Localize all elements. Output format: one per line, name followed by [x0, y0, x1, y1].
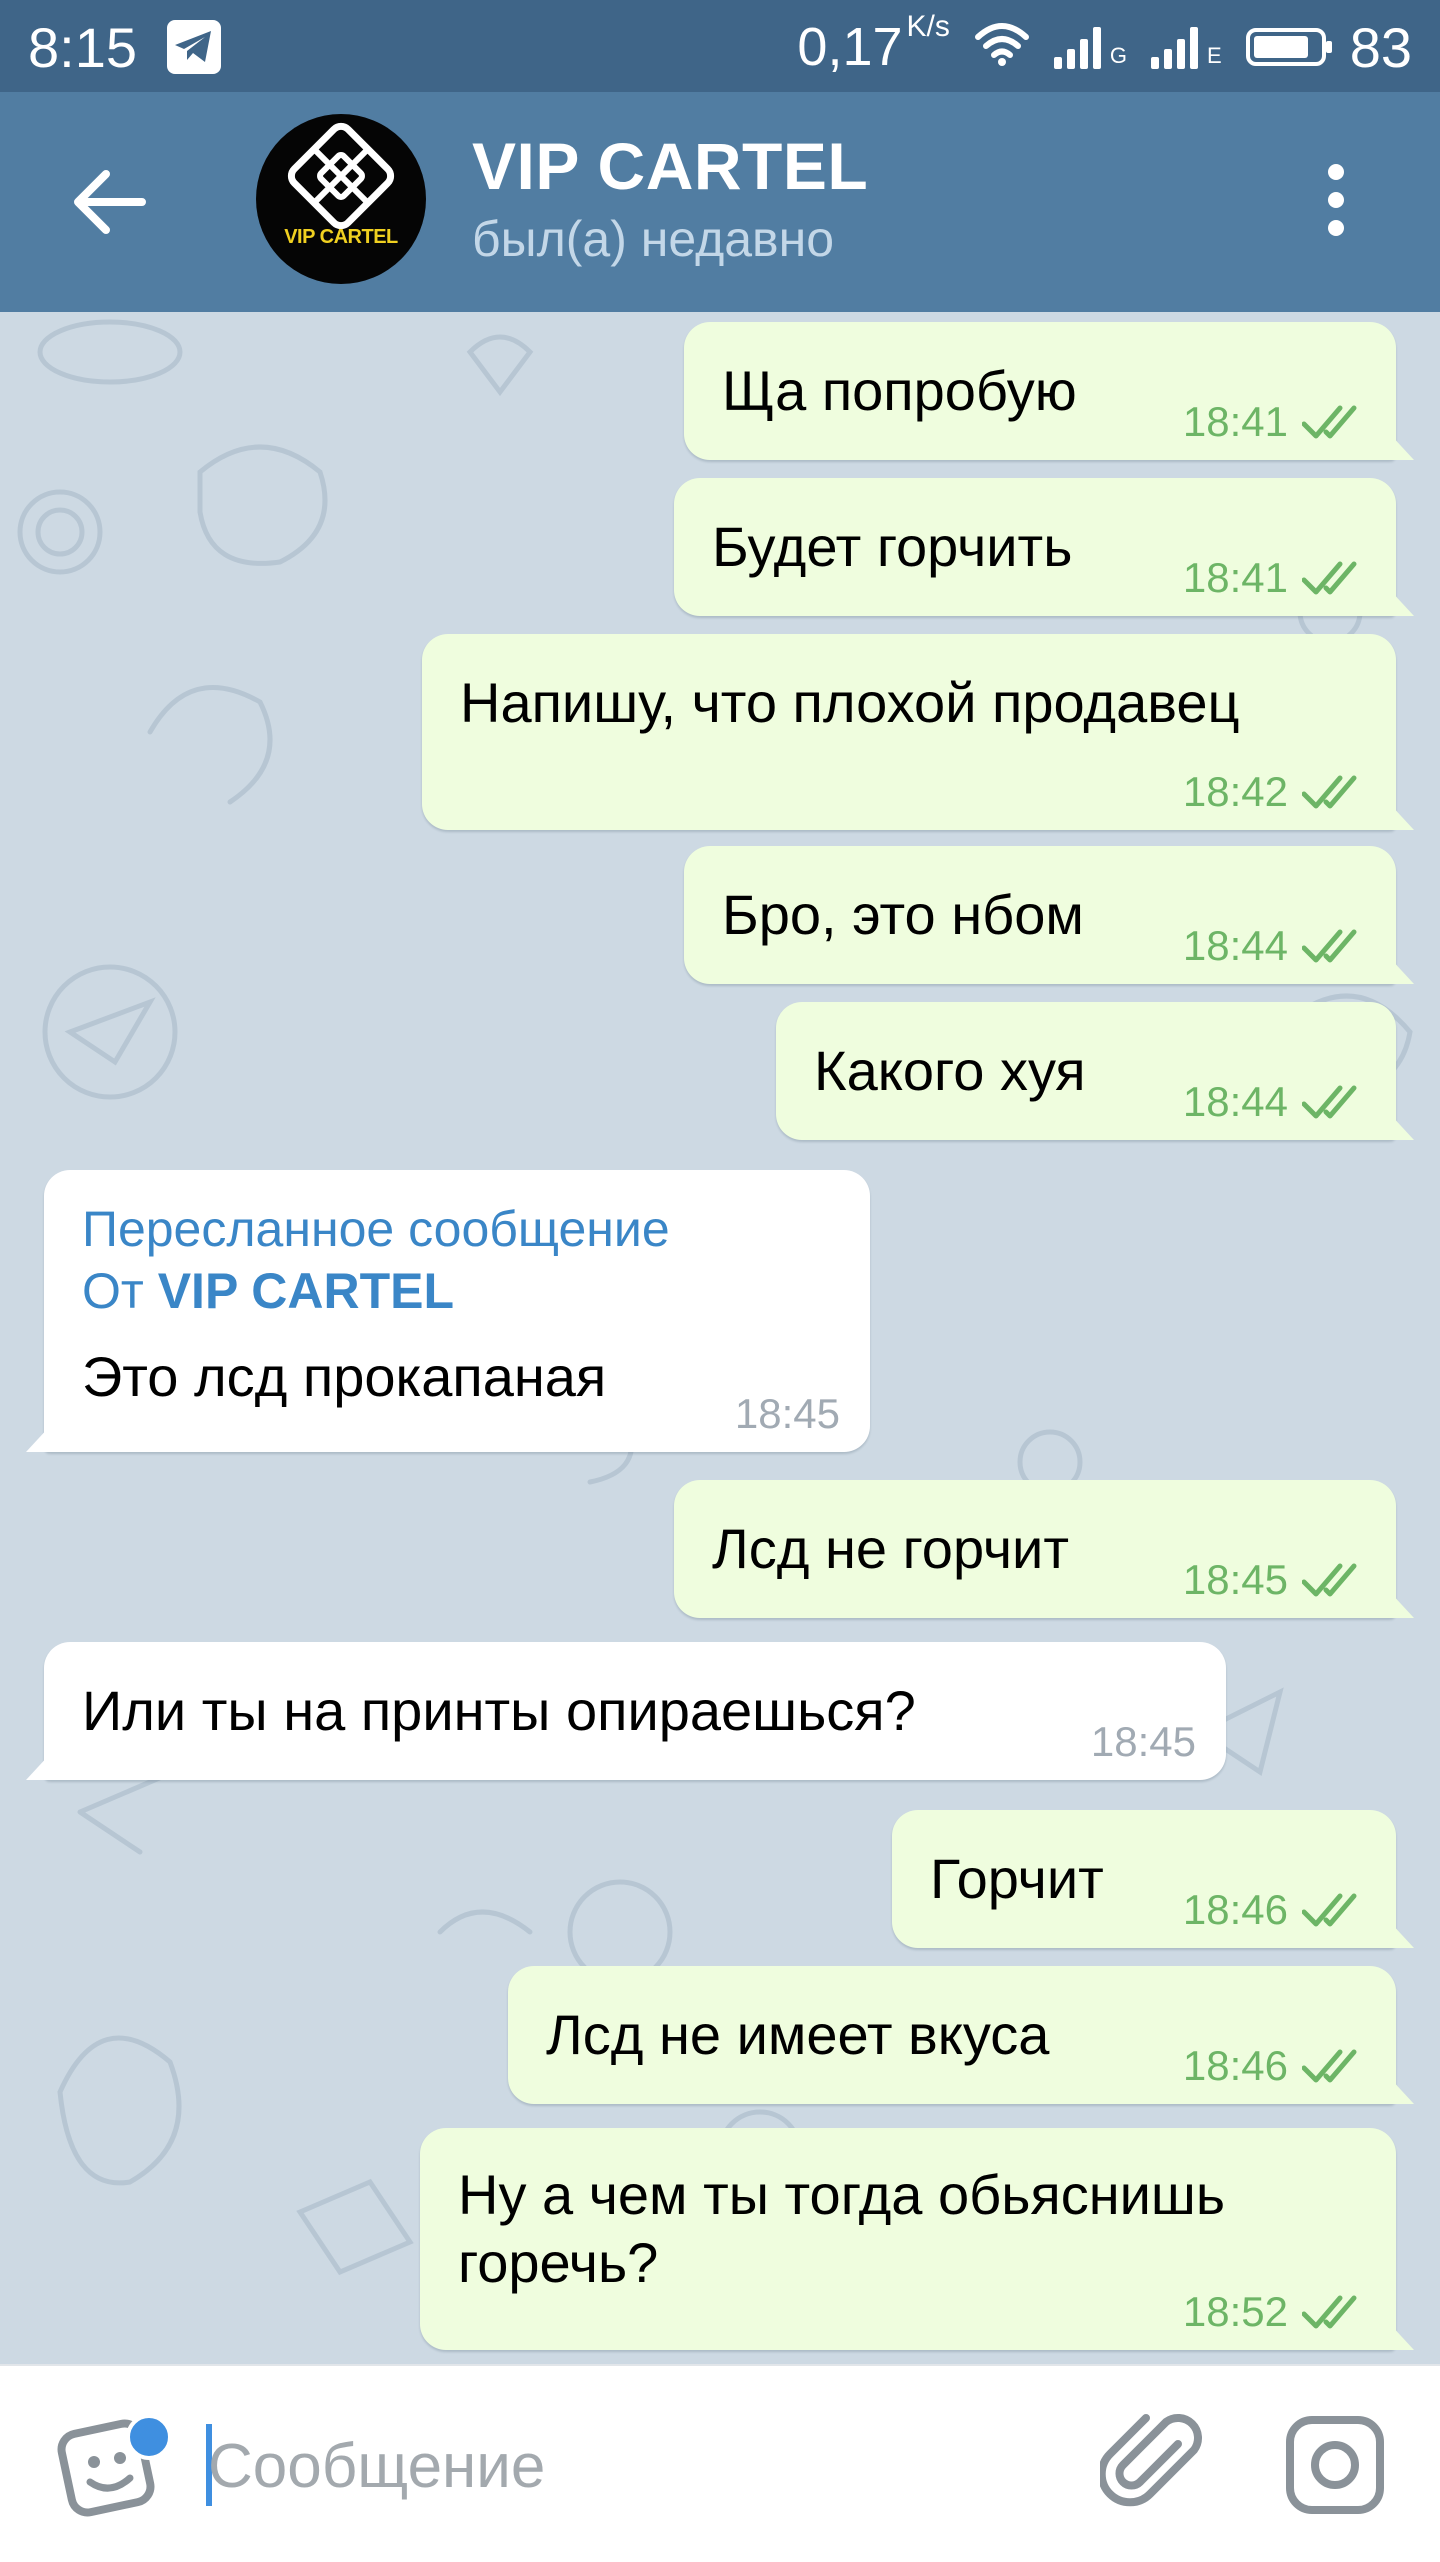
avatar-text: VIP CARTEL	[284, 226, 398, 248]
double-check-icon	[1302, 405, 1357, 439]
message-time: 18:45	[734, 1390, 840, 1437]
message-time: 18:44	[1182, 1078, 1288, 1125]
telegram-icon	[167, 20, 221, 74]
message-bubble[interactable]: Ща попробую 18:41	[684, 322, 1396, 460]
status-time: 8:15	[28, 15, 137, 79]
message-meta: 18:42	[1183, 768, 1366, 816]
message-time: 18:45	[1090, 1718, 1196, 1765]
chat-header: VIP CARTEL VIP CARTEL был(а) недавно	[0, 92, 1440, 312]
message-meta: 18:45	[1183, 1556, 1366, 1604]
message-text: Какого хуя	[814, 1039, 1086, 1102]
battery-level: 83	[1349, 15, 1412, 79]
status-bar: 8:15 0,17 K/s G E 83	[0, 0, 1440, 92]
message-meta: 18:41	[1183, 554, 1366, 602]
message-meta: 18:44	[1183, 1078, 1366, 1126]
message-time: 18:46	[1182, 2042, 1288, 2089]
double-check-icon	[1302, 2049, 1357, 2083]
message-text: Это лсд прокапаная	[82, 1345, 607, 1408]
message-time: 18:44	[1182, 922, 1288, 969]
message-meta: 18:52	[1183, 2288, 1366, 2336]
menu-button[interactable]	[1324, 164, 1348, 244]
message-text: Бро, это нбом	[722, 883, 1084, 946]
chat-title[interactable]: VIP CARTEL	[472, 128, 868, 204]
message-text-line-1: Ну а чем ты тогда обьяснишь	[458, 2163, 1226, 2226]
vip-cartel-logo	[287, 122, 395, 230]
forwarded-from[interactable]: От VIP CARTEL	[82, 1262, 454, 1320]
network-speed-value: 0,17	[797, 17, 903, 77]
message-text: Лсд не имеет вкуса	[546, 2003, 1050, 2066]
message-meta: 18:46	[1183, 1886, 1366, 1934]
message-text-line-2: горечь?	[458, 2231, 659, 2294]
sticker-notification-dot	[126, 2414, 172, 2460]
message-bubble[interactable]: Какого хуя 18:44	[776, 1002, 1396, 1140]
instagram-camera-icon	[1286, 2416, 1384, 2514]
double-check-icon	[1302, 2295, 1357, 2329]
message-meta: 18:41	[1183, 398, 1366, 446]
message-meta: 18:45	[735, 1390, 840, 1438]
double-check-icon	[1302, 1563, 1357, 1597]
message-bubble[interactable]: Будет горчить 18:41	[674, 478, 1396, 616]
wifi-icon	[974, 15, 1030, 80]
message-meta: 18:45	[1091, 1718, 1196, 1766]
double-check-icon	[1302, 775, 1357, 809]
message-text: Напишу, что плохой продавец	[460, 671, 1240, 734]
attach-button[interactable]	[1097, 2410, 1210, 2520]
forwarded-from-prefix: От	[82, 1263, 144, 1319]
message-bubble[interactable]: Напишу, что плохой продавец 18:42	[422, 634, 1396, 830]
back-button[interactable]	[70, 162, 150, 242]
message-time: 18:46	[1182, 1886, 1288, 1933]
message-input[interactable]	[206, 2410, 1010, 2522]
message-time: 18:41	[1182, 554, 1288, 601]
signal-sim1-icon: G	[1053, 25, 1128, 69]
chat-status: был(а) недавно	[472, 211, 835, 267]
message-meta: 18:44	[1183, 922, 1366, 970]
message-bubble[interactable]: Горчит 18:46	[892, 1810, 1396, 1948]
message-text: Будет горчить	[712, 515, 1073, 578]
forwarded-label: Пересланное сообщение	[82, 1201, 670, 1257]
camera-button[interactable]	[1280, 2410, 1390, 2520]
message-text: Или ты на принты опираешься?	[82, 1679, 916, 1742]
double-check-icon	[1302, 1893, 1357, 1927]
sim2-network-type: E	[1207, 43, 1222, 68]
double-check-icon	[1302, 1085, 1357, 1119]
double-check-icon	[1302, 929, 1357, 963]
message-time: 18:41	[1182, 398, 1288, 445]
message-bubble[interactable]: Бро, это нбом 18:44	[684, 846, 1396, 984]
battery-icon	[1245, 28, 1332, 66]
more-vertical-icon	[1324, 164, 1348, 236]
message-text: Лсд не горчит	[712, 1517, 1069, 1580]
message-bubble[interactable]: Лсд не имеет вкуса 18:46	[508, 1966, 1396, 2104]
network-speed-unit: K/s	[906, 10, 950, 43]
arrow-left-icon	[74, 170, 146, 234]
message-time: 18:52	[1182, 2288, 1288, 2335]
signal-sim2-icon: E	[1151, 25, 1222, 69]
message-time: 18:45	[1182, 1556, 1288, 1603]
message-bubble[interactable]: Ну а чем ты тогда обьяснишь горечь? 18:5…	[420, 2128, 1396, 2350]
message-meta: 18:46	[1183, 2042, 1366, 2090]
sim1-network-type: G	[1109, 43, 1128, 68]
forwarded-message-bubble[interactable]: Пересланное сообщение От VIP CARTEL Это …	[44, 1170, 870, 1452]
avatar[interactable]: VIP CARTEL	[256, 114, 426, 284]
message-bubble[interactable]: Или ты на принты опираешься? 18:45	[44, 1642, 1226, 1780]
double-check-icon	[1302, 561, 1357, 595]
chat-area[interactable]: Ща попробую 18:41 Будет горчить 18:41 На…	[0, 312, 1440, 2364]
paperclip-icon	[1097, 2414, 1202, 2507]
message-text: Горчит	[930, 1847, 1104, 1910]
message-input-bar	[0, 2364, 1440, 2562]
message-text: Ща попробую	[722, 359, 1077, 422]
message-bubble[interactable]: Лсд не горчит 18:45	[674, 1480, 1396, 1618]
message-time: 18:42	[1182, 768, 1288, 815]
network-speed: 0,17 K/s	[797, 12, 949, 78]
forwarded-from-name: VIP CARTEL	[157, 1263, 455, 1319]
